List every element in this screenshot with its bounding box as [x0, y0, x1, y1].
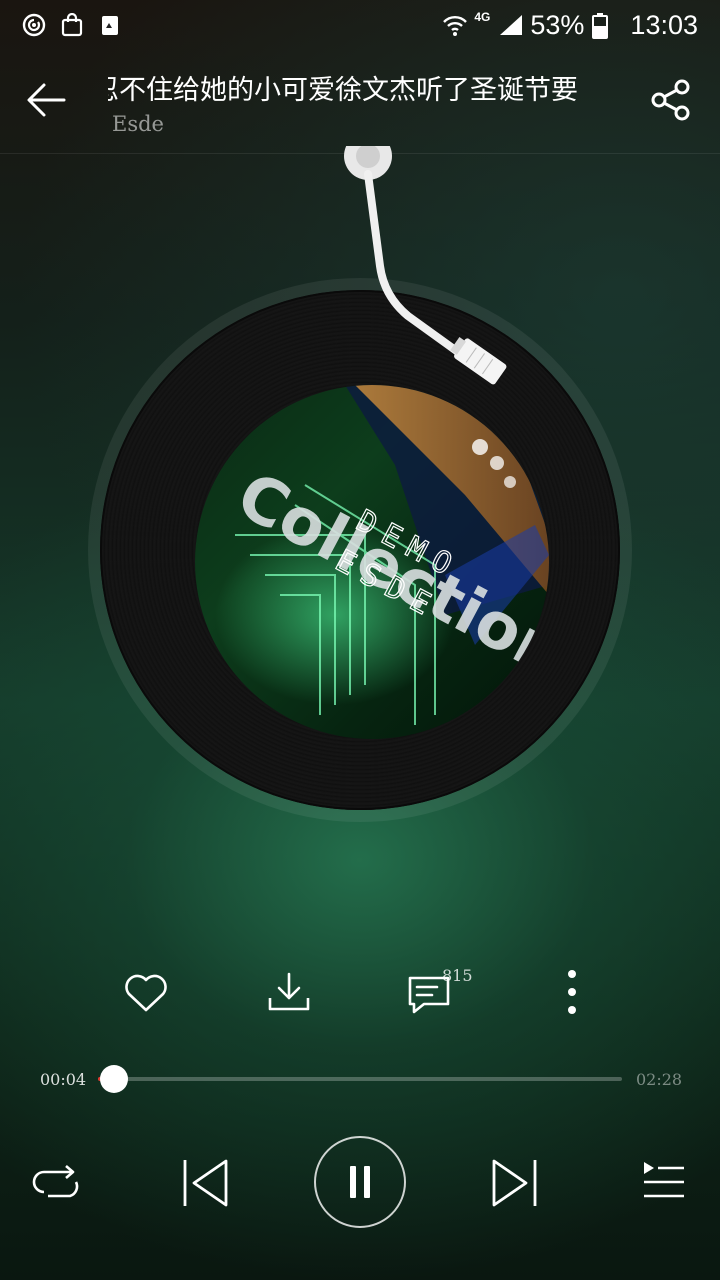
download-icon [268, 972, 310, 1011]
notification-icons [22, 13, 122, 37]
download-button[interactable] [262, 966, 316, 1020]
playlist-button[interactable] [640, 1158, 690, 1208]
progress-thumb[interactable] [99, 1065, 128, 1093]
total-time: 02:28 [636, 1070, 683, 1089]
comment-count-badge: 815 [442, 966, 473, 985]
heart-icon [125, 974, 167, 1012]
repeat-mode-button[interactable] [32, 1158, 82, 1208]
skip-next-icon [492, 1159, 537, 1207]
album-cover: Collection DEMO ESDE [195, 385, 549, 739]
cleaner-icon [98, 13, 122, 37]
skip-previous-icon [183, 1159, 228, 1207]
tonearm [344, 146, 507, 385]
song-title-marquee: 忍不住给她的小可爱徐文杰听了圣诞节要 [108, 68, 628, 108]
share-button[interactable] [650, 78, 694, 122]
share-icon [651, 79, 690, 121]
artist-name[interactable]: Esde [112, 112, 164, 136]
back-arrow-icon [27, 83, 66, 117]
album-cover-art: Collection DEMO ESDE [225, 385, 549, 725]
pause-icon [350, 1166, 370, 1198]
progress-bar[interactable] [98, 1065, 622, 1093]
clock: 13:03 [630, 9, 698, 40]
more-options-button[interactable] [545, 966, 599, 1020]
wifi-icon [442, 13, 468, 37]
previous-button[interactable] [176, 1156, 232, 1210]
more-vertical-icon [568, 970, 576, 1014]
network-type-label: 4G [474, 10, 491, 24]
like-button[interactable] [119, 966, 173, 1020]
system-status: 4G 53% 13:03 [442, 10, 698, 41]
play-pause-button[interactable] [314, 1136, 406, 1228]
shopping-bag-icon [60, 13, 84, 37]
signal-icon [498, 13, 523, 37]
back-button[interactable] [24, 78, 68, 122]
repeat-icon [32, 1165, 79, 1198]
playlist-icon [644, 1162, 684, 1198]
battery-percentage: 53% [530, 9, 585, 40]
battery-icon [592, 13, 616, 39]
song-title: 忍不住给她的小可爱徐文杰听了圣诞节要 [108, 75, 578, 106]
next-button[interactable] [488, 1156, 544, 1210]
status-bar: 4G 53% 13:03 [0, 0, 720, 50]
player-header: 忍不住给她的小可爱徐文杰听了圣诞节要 Esde [0, 50, 720, 154]
netease-cloud-music-icon [22, 13, 46, 37]
current-time: 00:04 [40, 1070, 87, 1089]
